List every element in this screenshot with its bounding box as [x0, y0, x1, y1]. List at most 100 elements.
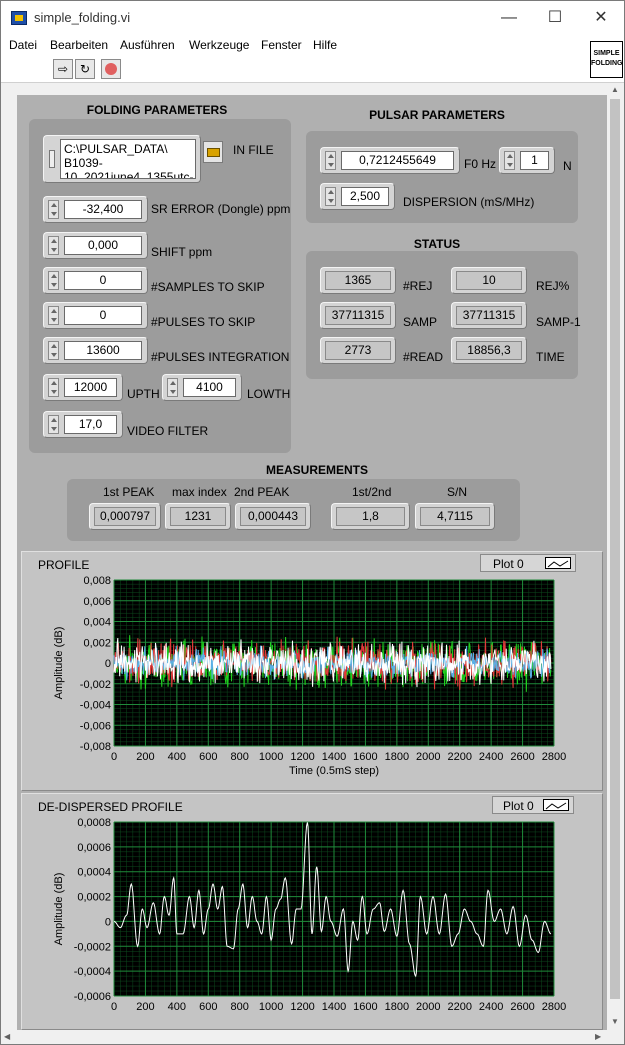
read-value: 2773 [325, 341, 391, 360]
vi-icon[interactable]: SIMPLE FOLDING [590, 41, 623, 78]
dedispersed-title: DE-DISPERSED PROFILE [38, 800, 183, 814]
sr-error-control[interactable]: -32,400 [43, 196, 148, 223]
rej-value: 1365 [325, 271, 391, 290]
profile-plot-legend[interactable]: Plot 0 [480, 554, 576, 572]
menu-bearbeiten[interactable]: Bearbeiten [50, 38, 108, 52]
x-tick-label: 2200 [447, 1001, 471, 1013]
spin-arrows-icon[interactable] [48, 306, 59, 325]
horizontal-scrollbar[interactable]: ◀ ▶ [1, 1030, 607, 1044]
vertical-scrollbar[interactable]: ▲ ▼ [607, 83, 624, 1031]
samples-to-skip-control[interactable]: 0 [43, 267, 148, 294]
menu-datei[interactable]: Datei [9, 38, 37, 52]
f0-value[interactable]: 0,7212455649 [341, 151, 454, 170]
spin-arrows-icon[interactable] [48, 200, 59, 219]
spin-arrows-icon[interactable] [48, 378, 59, 397]
profile-legend-label: Plot 0 [493, 557, 524, 571]
menu-bar: Datei Bearbeiten Ausführen Werkzeuge Fen… [1, 35, 624, 55]
samples-to-skip-value[interactable]: 0 [64, 271, 142, 290]
dispersion-value[interactable]: 2,500 [341, 187, 389, 206]
pulses-integration-value[interactable]: 13600 [64, 341, 142, 360]
lowth-value[interactable]: 4100 [183, 378, 236, 397]
upth-control[interactable]: 12000 [43, 374, 123, 401]
menu-werkzeuge[interactable]: Werkzeuge [189, 38, 249, 52]
y-tick-label: -0,004 [80, 700, 111, 712]
samp-1-indicator: 37711315 [451, 302, 527, 329]
x-tick-label: 600 [199, 1001, 217, 1013]
scroll-right-icon[interactable]: ▶ [595, 1032, 601, 1041]
scroll-up-icon[interactable]: ▲ [611, 85, 619, 94]
spin-arrows-icon[interactable] [48, 415, 59, 434]
time-value: 18856,3 [456, 341, 522, 360]
x-tick-label: 2400 [479, 1001, 503, 1013]
ratio-indicator: 1,8 [331, 503, 410, 530]
in-file-path-control[interactable]: C:\PULSAR_DATA\ B1039- 10_2021june4_1355… [43, 135, 201, 183]
first-peak-label: 1st PEAK [103, 485, 155, 499]
y-tick-label: -0,006 [80, 720, 111, 732]
spin-arrows-icon[interactable] [167, 378, 178, 397]
sr-error-value[interactable]: -32,400 [64, 200, 142, 219]
shift-label: SHIFT ppm [151, 245, 213, 259]
maximize-button[interactable]: ☐ [532, 1, 578, 35]
y-tick-label: -0,0004 [74, 966, 111, 978]
menu-hilfe[interactable]: Hilfe [313, 38, 337, 52]
f0-label: F0 Hz [464, 157, 497, 171]
x-tick-label: 2600 [510, 1001, 534, 1013]
dedispersed-plot-legend[interactable]: Plot 0 [492, 796, 574, 814]
max-index-value: 1231 [170, 507, 226, 526]
x-tick-label: 1800 [385, 1001, 409, 1013]
title-bar[interactable]: simple_folding.vi — ☐ ✕ [1, 1, 624, 35]
pulses-to-skip-value[interactable]: 0 [64, 306, 142, 325]
dedispersed-graph[interactable]: DE-DISPERSED PROFILE Plot 0 0 200 400 600 80… [21, 793, 603, 1030]
shift-control[interactable]: 0,000 [43, 232, 148, 259]
x-tick-label: 2000 [416, 751, 440, 763]
spin-arrows-icon[interactable] [325, 187, 336, 206]
y-tick-label: 0,004 [83, 617, 111, 629]
profile-graph[interactable]: PROFILE Plot 0 0 200 400 600 800 1000 1200 1400… [21, 551, 603, 791]
n-value[interactable]: 1 [520, 151, 549, 170]
video-filter-value[interactable]: 17,0 [64, 415, 117, 434]
time-label: TIME [536, 350, 565, 364]
spin-arrows-icon[interactable] [48, 271, 59, 290]
scroll-left-icon[interactable]: ◀ [4, 1032, 10, 1041]
run-arrow-icon[interactable]: ⇨ [53, 59, 73, 79]
abort-icon[interactable] [101, 59, 121, 79]
y-tick-label: 0 [105, 658, 111, 670]
rej-indicator: 1365 [320, 267, 396, 294]
n-control[interactable]: 1 [499, 147, 555, 174]
pulses-to-skip-control[interactable]: 0 [43, 302, 148, 329]
rej-percent-label: REJ% [536, 279, 570, 293]
pulses-integration-control[interactable]: 13600 [43, 337, 148, 364]
second-peak-value: 0,000443 [240, 507, 306, 526]
spin-arrows-icon[interactable] [48, 236, 59, 255]
spin-arrows-icon[interactable] [325, 151, 336, 170]
scroll-down-icon[interactable]: ▼ [611, 1017, 619, 1026]
menu-ausfuehren[interactable]: Ausführen [120, 38, 175, 52]
x-tick-label: 1600 [353, 1001, 377, 1013]
x-tick-label: 2400 [479, 751, 503, 763]
y-tick-label: 0,0008 [77, 817, 111, 829]
spin-arrows-icon[interactable] [504, 151, 515, 170]
x-tick-label: 1000 [259, 1001, 283, 1013]
scroll-thumb[interactable] [610, 99, 620, 999]
run-continuously-icon[interactable]: ↻ [75, 59, 95, 79]
folding-parameters-title: FOLDING PARAMETERS [86, 103, 228, 117]
folder-browse-icon[interactable] [203, 141, 223, 163]
sr-error-label: SR ERROR (Dongle) ppm [151, 202, 291, 216]
samp-1-label: SAMP-1 [536, 315, 581, 329]
dispersion-control[interactable]: 2,500 [320, 183, 395, 210]
video-filter-control[interactable]: 17,0 [43, 411, 123, 438]
x-tick-label: 1000 [259, 751, 283, 763]
spin-arrows-icon[interactable] [48, 341, 59, 360]
menu-fenster[interactable]: Fenster [261, 38, 302, 52]
upth-value[interactable]: 12000 [64, 378, 117, 397]
x-tick-label: 2800 [542, 751, 566, 763]
close-button[interactable]: ✕ [578, 1, 624, 35]
minimize-button[interactable]: — [486, 1, 532, 35]
y-tick-label: 0,006 [83, 596, 111, 608]
ratio-label: 1st/2nd [352, 485, 392, 499]
x-axis-label: Time (0.5mS step) [289, 765, 379, 777]
f0-control[interactable]: 0,7212455649 [320, 147, 460, 174]
lowth-control[interactable]: 4100 [162, 374, 242, 401]
x-tick-label: 600 [199, 751, 217, 763]
shift-value[interactable]: 0,000 [64, 236, 142, 255]
